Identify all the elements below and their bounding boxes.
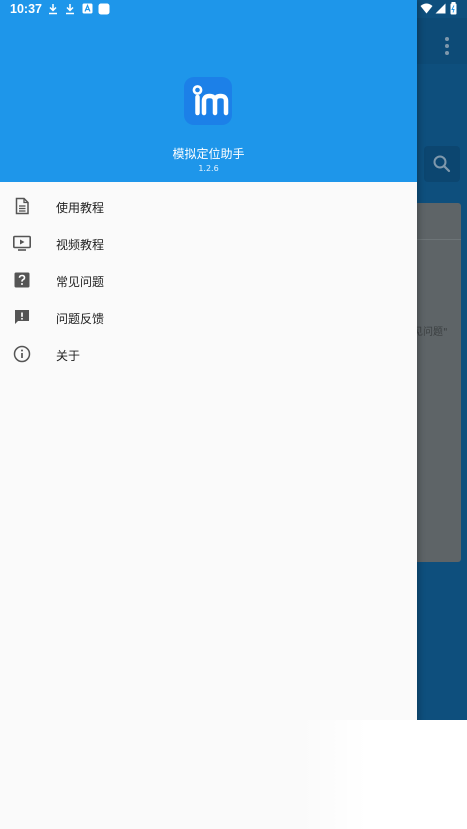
search-icon	[433, 155, 451, 173]
battery-icon	[450, 2, 457, 15]
menu-item-video-tutorial[interactable]: 视频教程	[0, 225, 417, 262]
signal-icon	[435, 3, 446, 14]
menu-item-label: 问题反馈	[56, 312, 105, 326]
menu-item-label: 使用教程	[56, 201, 105, 215]
menu-item-label: 常见问题	[56, 275, 105, 289]
overflow-menu-icon[interactable]	[445, 37, 449, 58]
info-icon	[13, 345, 31, 363]
document-icon	[15, 197, 29, 215]
bottom-watermark-area	[300, 720, 467, 829]
status-time: 10:37	[10, 2, 42, 16]
menu-item-faq[interactable]: 常见问题	[0, 262, 417, 299]
app-name: 模拟定位助手	[172, 147, 245, 161]
download-icon	[49, 4, 57, 15]
status-bar: 10:37	[0, 0, 467, 18]
wifi-icon	[420, 3, 433, 14]
video-icon	[13, 235, 31, 251]
drawer-menu: 使用教程 视频教程 常见问题 问题反馈 关于	[0, 188, 417, 373]
feedback-icon	[15, 310, 29, 324]
drawer-header: 模拟定位助手 1.2.6	[0, 0, 417, 182]
a-badge-icon	[82, 3, 93, 14]
menu-item-feedback[interactable]: 问题反馈	[0, 299, 417, 336]
download-icon	[66, 4, 74, 15]
navigation-drawer: 模拟定位助手 1.2.6 使用教程 视频教程 常见问题 问题反馈 关于	[0, 0, 417, 829]
help-icon	[14, 272, 30, 288]
menu-item-tutorial[interactable]: 使用教程	[0, 188, 417, 225]
app-notification-icon	[98, 3, 110, 15]
menu-item-label: 关于	[56, 349, 81, 363]
app-version: 1.2.6	[198, 164, 219, 173]
background-card-text: 见问题"	[413, 327, 448, 338]
menu-item-about[interactable]: 关于	[0, 336, 417, 373]
app-logo-icon	[184, 77, 232, 125]
menu-item-label: 视频教程	[56, 238, 105, 252]
search-button[interactable]	[424, 146, 460, 182]
